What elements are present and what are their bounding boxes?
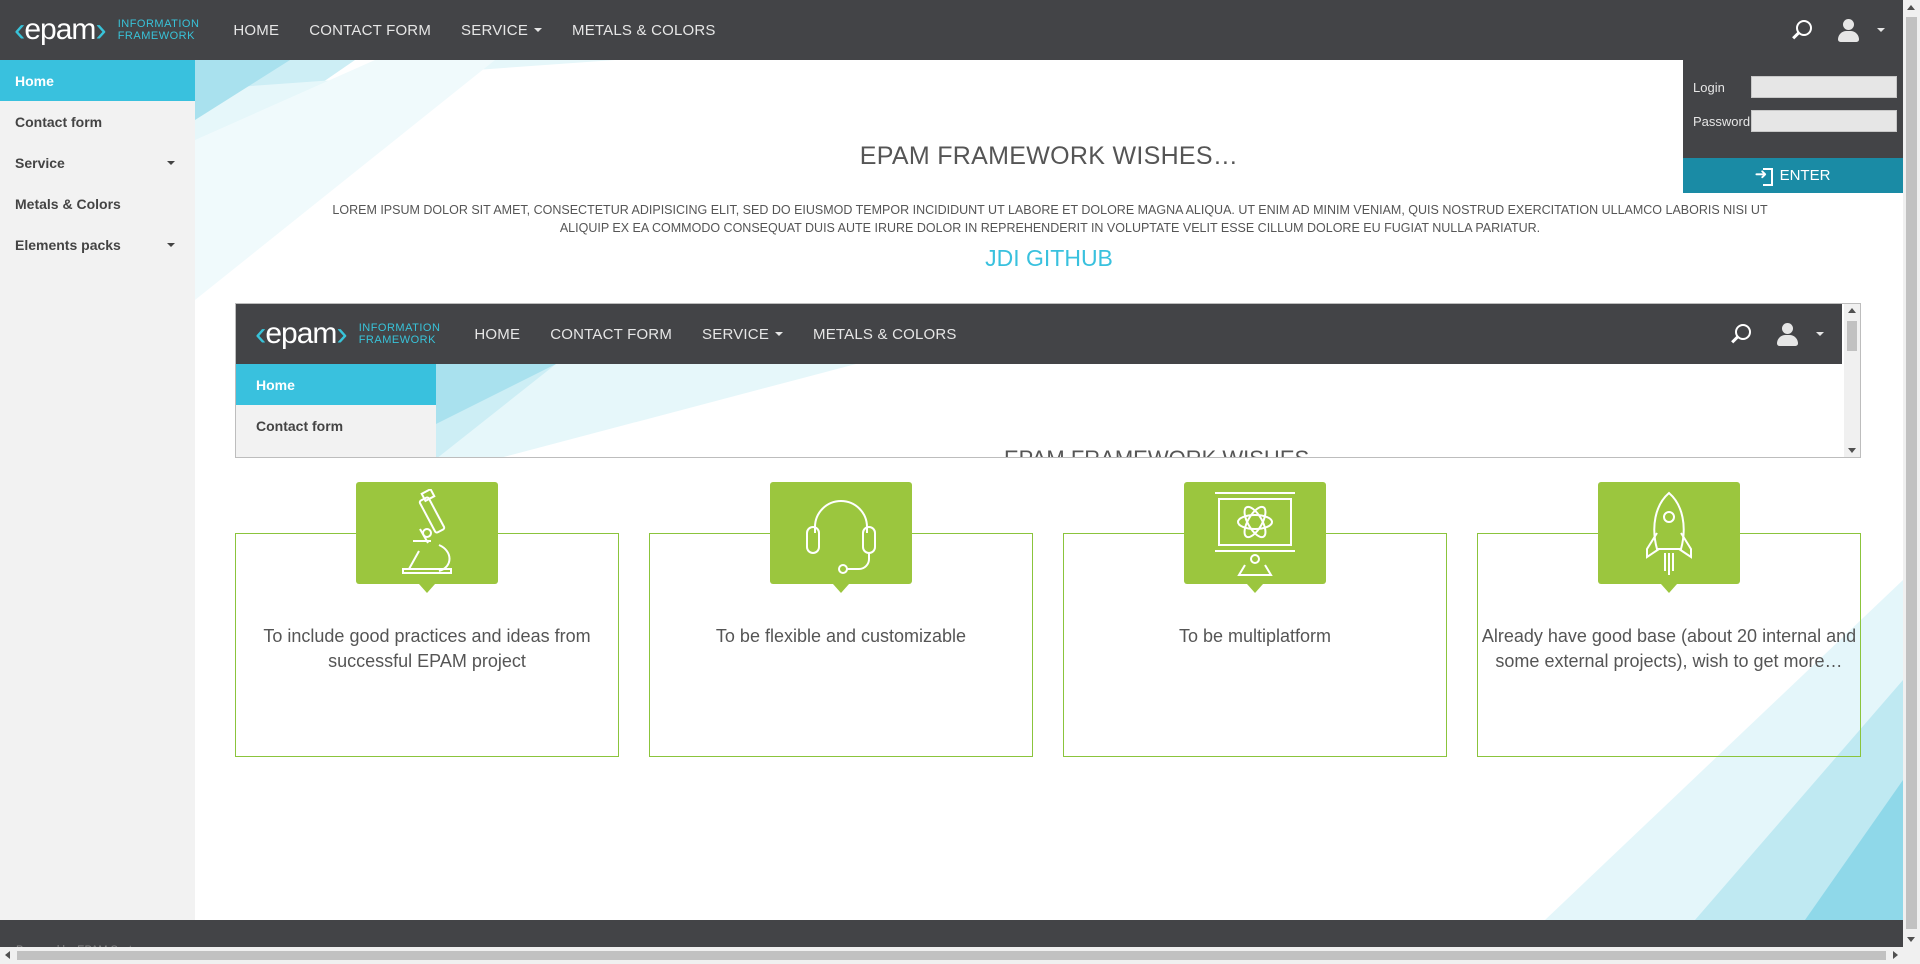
logo-wordmark: epam [265,317,337,350]
top-nav: HOME CONTACT FORM SERVICE METALS & COLOR… [233,0,745,60]
nav-contact-form-label: CONTACT FORM [550,325,673,343]
nav-home-label: HOME [233,21,280,39]
iframe-scrollbar-thumb[interactable] [1847,321,1857,351]
sidebar-item-label: Metals & Colors [15,195,121,212]
nav-contact-form[interactable]: CONTACT FORM [309,22,431,39]
scroll-up-arrow-icon[interactable] [1907,5,1915,10]
login-form: Login Password ENTER [1683,60,1903,193]
benefit-text: Already have good base (about 20 interna… [1481,626,1857,671]
nav-service[interactable]: SERVICE [461,21,543,39]
horizontal-scrollbar-thumb[interactable] [17,951,1886,960]
sidebar-item-home[interactable]: Home [0,60,195,101]
page-horizontal-scrollbar[interactable] [0,947,1920,964]
iframe-nav-contact-form[interactable]: CONTACT FORM [550,326,672,343]
iframe-nav-home[interactable]: HOME [474,326,520,343]
chevron-down-icon [167,243,175,247]
logo-mark: ‹ epam › [255,314,348,353]
sidebar-item-label: Service [15,154,65,171]
benefit-text: To include good practices and ideas from… [263,626,591,671]
benefit-text: To be multiplatform [1178,626,1332,646]
search-icon[interactable] [1789,17,1815,43]
page-title: EPAM FRAMEWORK WISHES… [859,142,1239,170]
iframe-top-nav: HOME CONTACT FORM SERVICE METALS & COLOR… [474,304,986,364]
benefit-card-flexible: To be flexible and customizable [649,482,1033,757]
microscope-icon [356,482,498,593]
benefit-text: To be flexible and customizable [715,626,967,646]
chevron-down-icon [775,332,784,336]
chevron-down-icon [534,28,543,32]
scroll-down-arrow-icon[interactable] [1907,937,1915,942]
sidebar-item-label: Contact form [15,113,103,130]
iframe-sidebar: Home Contact form [236,364,436,457]
sidebar-item-home[interactable]: Home [236,364,436,405]
monitor-atom-icon [1184,482,1326,593]
logo-mark: ‹ epam › [14,10,107,49]
logo-subtitle-line-2: FRAMEWORK [117,30,195,42]
scroll-down-arrow-icon[interactable] [1848,448,1856,453]
iframe-header: ‹ epam › INFORMATION FRAMEWORK HOME CONTAC… [236,304,1842,364]
nav-service-label: SERVICE [702,325,770,343]
user-icon[interactable] [1835,17,1861,43]
iframe-main: EPAM FRAMEWORK WISHES… [436,364,1842,457]
main-content: Login Password ENTER EPAM FRAMEWORK WISH… [195,60,1903,920]
rocket-icon [1598,482,1740,593]
page-vertical-scrollbar[interactable] [1903,0,1920,947]
embedded-frame[interactable]: ‹ epam › INFORMATION FRAMEWORK HOME CONTAC… [235,303,1861,458]
sidebar-item-elements-packs[interactable]: Elements packs [0,224,195,265]
user-icon[interactable] [1774,321,1800,347]
login-label: Login [1693,79,1725,95]
top-header: ‹ epam › INFORMATION FRAMEWORK HOME CONTAC… [0,0,1903,60]
iframe-nav-service[interactable]: SERVICE [702,325,784,343]
scroll-right-arrow-icon[interactable] [1893,951,1898,959]
sidebar-item-contact-form[interactable]: Contact form [236,405,436,446]
logo-subtitle-line-1: INFORMATION [117,18,200,30]
chevron-down-icon [167,161,175,165]
sidebar-item-label: Elements packs [15,236,121,253]
password-label: Password [1693,113,1751,129]
logo-subtitle: INFORMATION FRAMEWORK [118,18,200,42]
logo-subtitle-line-2: FRAMEWORK [358,334,436,346]
nav-contact-form-label: CONTACT FORM [309,21,432,39]
header-actions [1789,0,1885,60]
epam-logo[interactable]: ‹ epam › INFORMATION FRAMEWORK [14,0,199,60]
logo-subtitle-line-1: INFORMATION [358,322,441,334]
iframe-scrollbar[interactable] [1844,304,1860,457]
password-input[interactable] [1751,110,1897,132]
login-row: Login [1683,70,1903,104]
sidebar-item-label: Contact form [256,417,344,434]
nav-metals-colors[interactable]: METALS & COLORS [572,22,716,39]
main-text: LOREM IPSUM DOLOR SIT AMET, CONSECTETUR … [332,203,1768,235]
benefit-card-multiplatform: To be multiplatform [1063,482,1447,757]
sidebar: Home Contact form Service Metals & Color… [0,60,195,920]
nav-service-label: SERVICE [461,21,529,39]
search-icon[interactable] [1728,321,1754,347]
nav-metals-colors-label: METALS & COLORS [572,21,716,39]
sidebar-item-label: Home [256,376,295,393]
iframe-epam-logo[interactable]: ‹ epam › INFORMATION FRAMEWORK [255,304,440,364]
benefit-card-practices: To include good practices and ideas from… [235,482,619,757]
scroll-up-arrow-icon[interactable] [1848,308,1856,313]
jdi-github-link[interactable]: JDI GITHUB [195,245,1903,272]
nav-home-label: HOME [474,325,521,343]
benefit-card-base: Already have good base (about 20 interna… [1477,482,1861,757]
nav-home[interactable]: HOME [233,22,279,39]
sidebar-item-contact-form[interactable]: Contact form [0,101,195,142]
login-input[interactable] [1751,76,1897,98]
logo-wordmark: epam [24,13,96,46]
sidebar-item-service[interactable]: Service [0,142,195,183]
scroll-left-arrow-icon[interactable] [5,951,10,959]
iframe-nav-metals-colors[interactable]: METALS & COLORS [813,326,957,343]
chevron-down-icon[interactable] [1877,28,1885,32]
nav-metals-colors-label: METALS & COLORS [813,325,957,343]
iframe-background-pattern [436,364,856,457]
password-row: Password [1683,104,1903,138]
chevron-down-icon[interactable] [1816,332,1824,336]
vertical-scrollbar-thumb[interactable] [1906,17,1917,929]
sidebar-item-metals-colors[interactable]: Metals & Colors [0,183,195,224]
iframe-page-title: EPAM FRAMEWORK WISHES… [1004,446,1331,457]
sidebar-item-label: Home [15,72,54,89]
logo-subtitle: INFORMATION FRAMEWORK [359,322,441,346]
iframe-header-actions [1728,304,1824,364]
headset-icon [770,482,912,593]
